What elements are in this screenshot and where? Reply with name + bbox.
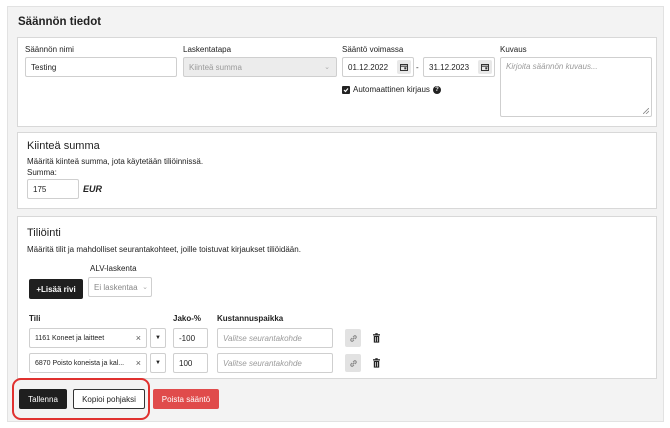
start-date-input[interactable]: 01.12.2022 — [342, 57, 414, 77]
amount-value: 175 — [33, 184, 47, 194]
amount-input[interactable]: 175 — [27, 179, 79, 199]
checkbox-checked-icon — [342, 85, 350, 94]
amount-label: Summa: — [27, 168, 57, 177]
auto-posting-checkbox[interactable]: Automaattinen kirjaus ? — [342, 85, 441, 94]
end-date-value: 31.12.2023 — [429, 62, 470, 72]
chevron-down-icon: ⌄ — [142, 284, 148, 291]
trash-icon[interactable] — [369, 354, 383, 372]
rule-name-input[interactable]: Testing — [25, 57, 177, 77]
fixed-sum-description: Määritä kiinteä summa, jota käytetään ti… — [27, 157, 204, 166]
calendar-icon[interactable] — [397, 60, 411, 74]
validity-label: Sääntö voimassa — [342, 45, 404, 54]
currency-label: EUR — [83, 184, 103, 194]
share-value: -100 — [179, 333, 196, 343]
description-placeholder: Kirjoita säännön kuvaus... — [506, 62, 598, 71]
rule-details-panel: Säännön tiedot Säännön nimi Testing Lask… — [7, 6, 664, 422]
auto-posting-label: Automaattinen kirjaus — [353, 85, 430, 94]
start-date-value: 01.12.2022 — [348, 62, 389, 72]
vat-select[interactable]: Ei laskentaa ⌄ — [88, 277, 152, 297]
caret-down-icon: ▼ — [155, 335, 161, 341]
account-value: 6870 Poisto koneista ja kal... — [35, 359, 125, 367]
method-label: Laskentatapa — [183, 45, 232, 54]
rule-name-value: Testing — [31, 62, 57, 72]
date-separator: - — [416, 63, 419, 72]
col-cost-center-header: Kustannuspaikka — [217, 314, 284, 323]
account-select[interactable]: 1161 Koneet ja laitteet × — [29, 328, 147, 348]
method-value: Kiinteä summa — [189, 62, 242, 72]
help-icon[interactable]: ? — [432, 85, 441, 94]
section-title: Säännön tiedot — [18, 16, 102, 28]
rule-name-label: Säännön nimi — [25, 45, 74, 54]
col-share-header: Jako-% — [173, 314, 202, 323]
method-select[interactable]: Kiinteä summa ⌄ — [183, 57, 337, 77]
annotation-highlight — [12, 378, 150, 420]
resize-handle-icon[interactable] — [643, 108, 649, 114]
end-date-input[interactable]: 31.12.2023 — [423, 57, 495, 77]
calendar-icon[interactable] — [478, 60, 492, 74]
cost-center-select[interactable]: Valitse seurantakohde — [217, 328, 333, 348]
caret-down-icon: ▼ — [155, 360, 161, 366]
account-value: 1161 Koneet ja laitteet — [35, 334, 105, 342]
share-input[interactable]: -100 — [173, 328, 208, 348]
account-select[interactable]: 6870 Poisto koneista ja kal... × — [29, 353, 147, 373]
fixed-sum-card: Kiinteä summa Määritä kiinteä summa, jot… — [17, 132, 657, 209]
chevron-down-icon: ⌄ — [324, 64, 330, 71]
posting-description: Määritä tilit ja mahdolliset seurantakoh… — [27, 245, 301, 254]
account-dropdown-toggle[interactable]: ▼ — [150, 353, 166, 373]
rule-info-card: Säännön nimi Testing Laskentatapa Kiinte… — [17, 37, 657, 127]
share-value: 100 — [179, 358, 193, 368]
posting-title: Tiliöinti — [27, 227, 61, 239]
vat-label: ALV-laskenta — [90, 264, 137, 273]
trash-icon[interactable] — [369, 329, 383, 347]
description-label: Kuvaus — [500, 45, 527, 54]
cost-center-placeholder: Valitse seurantakohde — [223, 333, 302, 343]
fixed-sum-title: Kiinteä summa — [27, 140, 100, 152]
cost-center-placeholder: Valitse seurantakohde — [223, 358, 302, 368]
delete-rule-button[interactable]: Poista sääntö — [153, 389, 219, 409]
link-icon[interactable] — [345, 354, 361, 372]
vat-value: Ei laskentaa — [94, 282, 138, 292]
clear-icon[interactable]: × — [136, 358, 141, 368]
cost-center-select[interactable]: Valitse seurantakohde — [217, 353, 333, 373]
clear-icon[interactable]: × — [136, 333, 141, 343]
link-icon[interactable] — [345, 329, 361, 347]
add-row-button[interactable]: +Lisää rivi — [29, 279, 83, 299]
description-textarea[interactable]: Kirjoita säännön kuvaus... — [500, 57, 652, 117]
col-account-header: Tili — [29, 314, 41, 323]
share-input[interactable]: 100 — [173, 353, 208, 373]
posting-card: Tiliöinti Määritä tilit ja mahdolliset s… — [17, 216, 657, 379]
account-dropdown-toggle[interactable]: ▼ — [150, 328, 166, 348]
